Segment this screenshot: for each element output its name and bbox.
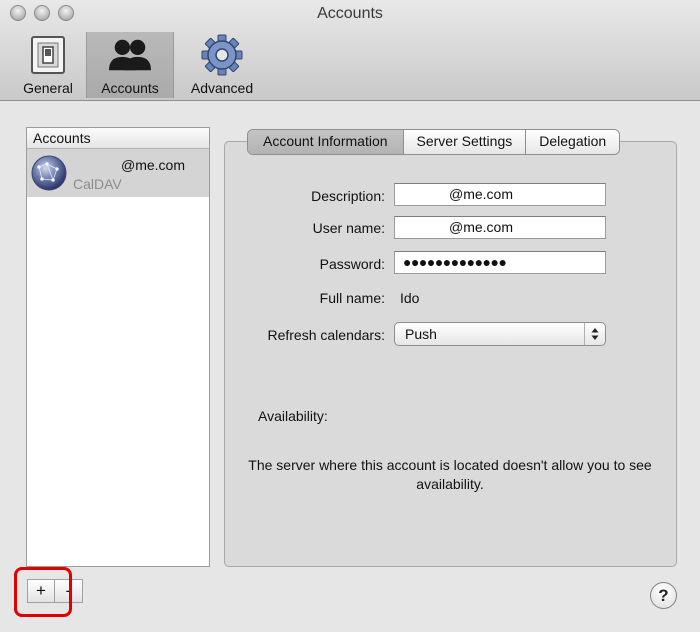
availability-label: Availability: <box>258 408 328 424</box>
title-bar: Accounts General Accounts Advanced <box>0 0 700 101</box>
help-button[interactable]: ? <box>650 582 677 609</box>
advanced-gear-icon <box>201 34 243 76</box>
tab-server-settings[interactable]: Server Settings <box>402 130 526 154</box>
toolbar-advanced[interactable]: Advanced <box>174 32 270 98</box>
fullname-value: Ido <box>400 290 420 306</box>
toolbar-accounts[interactable]: Accounts <box>86 32 174 98</box>
updown-arrows-icon <box>584 323 605 345</box>
password-field[interactable]: ●●●●●●●●●●●●● <box>394 251 606 274</box>
add-button-highlight <box>14 567 72 617</box>
username-value: @me.com <box>449 219 513 235</box>
username-field[interactable]: @me.com <box>394 216 606 239</box>
preferences-toolbar: General Accounts Advanced <box>10 32 270 98</box>
tab-delegation[interactable]: Delegation <box>525 130 620 154</box>
accounts-list-header: Accounts <box>27 128 209 149</box>
description-value: @me.com <box>449 186 513 202</box>
availability-message: The server where this account is located… <box>248 457 652 492</box>
toolbar-advanced-label: Advanced <box>190 80 254 96</box>
password-value: ●●●●●●●●●●●●● <box>403 254 507 270</box>
description-label: Description: <box>311 188 385 204</box>
toolbar-accounts-label: Accounts <box>101 80 159 96</box>
accounts-people-icon <box>109 34 151 76</box>
password-label: Password: <box>319 256 385 272</box>
username-label: User name: <box>312 220 385 236</box>
window-title: Accounts <box>317 5 383 22</box>
description-field[interactable]: @me.com <box>394 183 606 206</box>
account-tabs: Account Information Server Settings Dele… <box>247 129 621 155</box>
account-email: @me.com <box>121 157 185 173</box>
toolbar-general[interactable]: General <box>10 32 86 98</box>
refresh-calendars-select[interactable]: Push <box>394 322 606 346</box>
globe-icon <box>31 155 67 191</box>
toolbar-general-label: General <box>23 80 73 96</box>
tab-account-information[interactable]: Account Information <box>248 130 403 154</box>
account-type: CalDAV <box>73 176 122 192</box>
accounts-preferences-window: Accounts General Accounts Advanced Accou… <box>0 0 700 632</box>
refresh-calendars-label: Refresh calendars: <box>267 327 385 343</box>
fullname-label: Full name: <box>319 290 385 306</box>
account-row[interactable]: @me.com CalDAV <box>27 149 209 197</box>
refresh-calendars-value: Push <box>405 326 437 342</box>
general-switch-icon <box>27 34 69 76</box>
accounts-list: Accounts @me.com CalDAV <box>26 127 210 567</box>
